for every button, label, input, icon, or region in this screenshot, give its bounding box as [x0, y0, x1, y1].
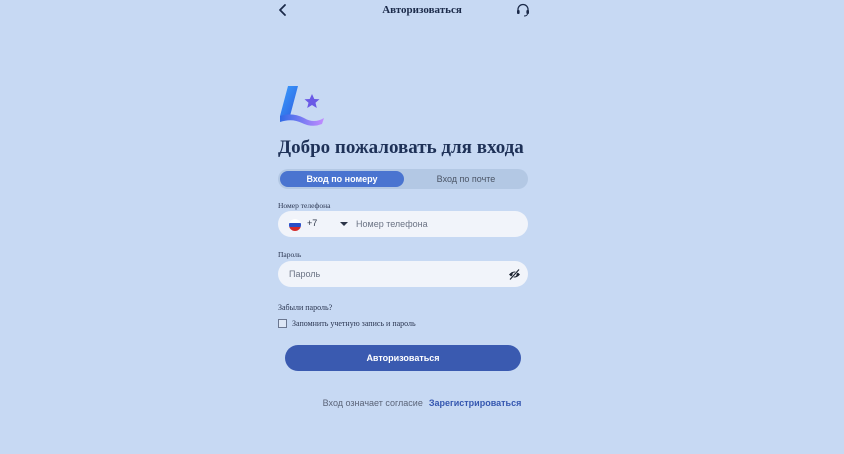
- app-logo: [280, 86, 324, 126]
- login-page: Авторизоваться Добро пожаловать для вход…: [0, 0, 844, 454]
- caret-down-icon[interactable]: [340, 222, 348, 226]
- password-label: Пароль: [278, 250, 302, 259]
- register-link[interactable]: Зарегистрироваться: [429, 398, 521, 408]
- password-field: [278, 261, 528, 287]
- header-title: Авторизоваться: [382, 4, 462, 16]
- welcome-heading: Добро пожаловать для входа: [278, 137, 524, 158]
- footer-agreement: Вход означает согласие Зарегистрироваться: [0, 398, 844, 408]
- tab-email-login[interactable]: Вход по почте: [406, 171, 526, 187]
- country-code: +7: [307, 218, 318, 228]
- forgot-password-link[interactable]: Забыли пароль?: [278, 303, 332, 312]
- password-input[interactable]: [289, 265, 499, 283]
- russia-flag-icon: [289, 219, 301, 231]
- remember-checkbox[interactable]: [278, 319, 287, 328]
- eye-off-icon[interactable]: [508, 268, 521, 281]
- login-button[interactable]: Авторизоваться: [285, 345, 521, 371]
- agreement-text: Вход означает согласие: [322, 398, 423, 408]
- phone-field: +7: [278, 211, 528, 237]
- headset-icon[interactable]: [515, 2, 531, 18]
- login-method-toggle: Вход по номеру Вход по почте: [278, 169, 528, 189]
- phone-label: Номер телефона: [278, 201, 331, 210]
- tab-phone-login[interactable]: Вход по номеру: [280, 171, 404, 187]
- phone-input[interactable]: [356, 215, 516, 233]
- remember-label: Запомнить учетную запись и пароль: [292, 319, 416, 328]
